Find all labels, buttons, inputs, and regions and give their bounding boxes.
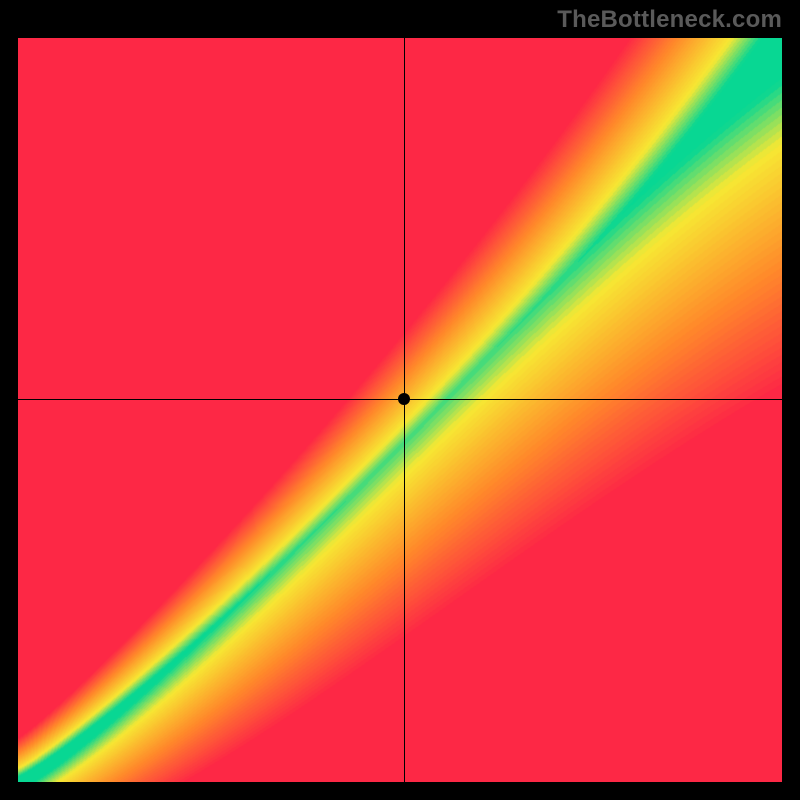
watermark-text: TheBottleneck.com <box>557 6 782 34</box>
heatmap-plot <box>18 38 782 782</box>
heatmap-canvas <box>18 38 782 782</box>
chart-frame: TheBottleneck.com <box>0 0 800 800</box>
